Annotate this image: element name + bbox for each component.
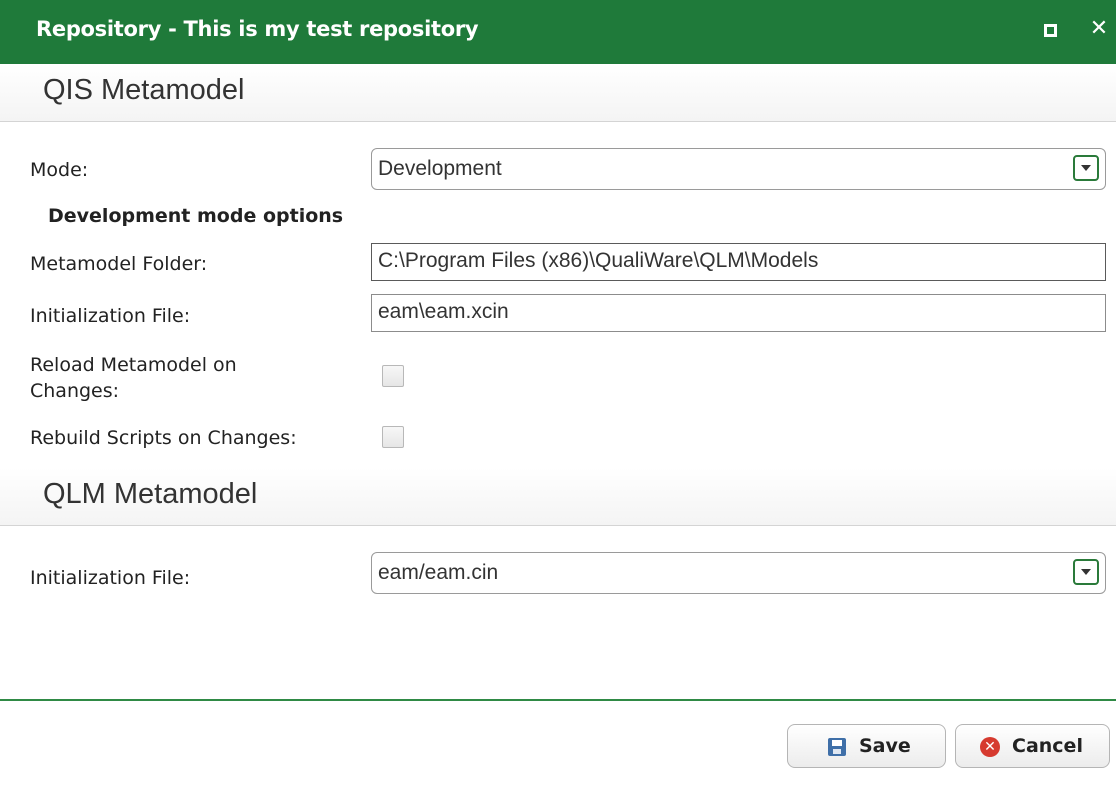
close-icon[interactable]: ✕ [1087,14,1111,44]
initialization-file-field[interactable]: eam\eam.xcin [371,294,1106,332]
cancel-button[interactable]: ✕ Cancel [955,724,1110,768]
cancel-icon: ✕ [980,737,1000,757]
save-icon [828,738,846,756]
save-button[interactable]: Save [787,724,946,768]
cancel-button-label: Cancel [1012,735,1083,757]
development-options-heading: Development mode options [48,205,344,227]
mode-select-value: Development [378,157,502,180]
save-button-label: Save [859,735,911,757]
reload-metamodel-label-line1: Reload Metamodel on [30,354,237,376]
chevron-down-icon[interactable] [1073,155,1099,181]
rebuild-scripts-checkbox[interactable] [382,426,404,448]
initialization-file-label: Initialization File: [30,305,191,327]
chevron-down-icon[interactable] [1073,559,1099,585]
rebuild-scripts-label: Rebuild Scripts on Changes: [30,427,297,449]
metamodel-folder-label: Metamodel Folder: [30,253,208,275]
mode-select[interactable]: Development [371,148,1106,190]
mode-label: Mode: [30,159,89,181]
window-titlebar: Repository - This is my test repository … [0,0,1116,64]
metamodel-folder-field[interactable]: C:\Program Files (x86)\QualiWare\QLM\Mod… [371,243,1106,281]
qlm-initialization-file-label: Initialization File: [30,567,191,589]
qis-metamodel-header: QIS Metamodel [0,64,1116,122]
maximize-icon[interactable] [1044,24,1057,37]
qlm-metamodel-title: QLM Metamodel [43,478,258,510]
reload-metamodel-label: Reload Metamodel on Changes: [30,352,237,404]
reload-metamodel-checkbox[interactable] [382,365,404,387]
reload-metamodel-label-line2: Changes: [30,380,120,402]
qis-metamodel-title: QIS Metamodel [43,74,245,106]
window-title: Repository - This is my test repository [36,17,479,41]
qlm-metamodel-header: QLM Metamodel [0,468,1116,526]
qlm-initialization-file-select[interactable]: eam/eam.cin [371,552,1106,594]
qlm-initialization-file-value: eam/eam.cin [378,561,499,584]
footer-divider [0,699,1116,701]
